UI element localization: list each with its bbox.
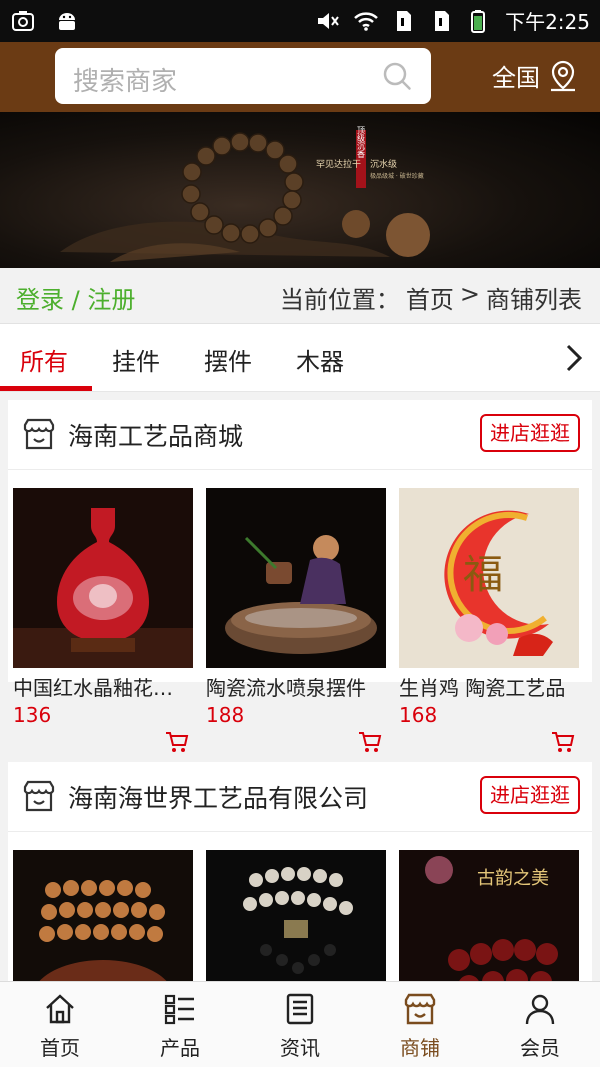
svg-text:古韵之美: 古韵之美 — [477, 868, 549, 889]
svg-text:极品级城 · 破世珍藏: 极品级城 · 破世珍藏 — [370, 172, 424, 180]
shop-header: 海南工艺品商城 进店逛逛 — [8, 400, 592, 470]
chevron-right-icon[interactable] — [562, 342, 586, 374]
sim-1-icon — [397, 10, 412, 31]
search-input[interactable]: 搜索商家 — [55, 48, 431, 104]
svg-text:福: 福 — [463, 552, 503, 598]
store-icon — [404, 993, 436, 1025]
news-icon — [286, 993, 314, 1025]
tabbar-news-label: 资讯 — [280, 1036, 320, 1060]
mute-icon — [318, 12, 339, 29]
product-list: 古韵之美 — [8, 832, 592, 982]
active-tab-indicator — [0, 386, 92, 391]
tab-pendant[interactable]: 挂件 — [112, 342, 160, 377]
breadcrumb-bar: 登录 / 注册 当前位置： 首页 > 商铺列表 — [0, 268, 600, 324]
svg-text:罕见达拉干: 罕见达拉干 — [316, 158, 361, 170]
visit-store-button[interactable]: 进店逛逛 — [480, 776, 580, 814]
product-item[interactable]: 福 生肖鸡 陶瓷工艺品 168 — [399, 488, 579, 752]
tabbar-home-label: 首页 — [40, 1036, 80, 1060]
user-icon — [525, 994, 555, 1025]
bead-bracelet-image: 顶级沉香 罕见达拉干 沉水级 极品级城 · 破世珍藏 — [60, 126, 430, 262]
bottom-tab-bar: 首页 产品 资讯 商铺 会员 — [0, 981, 600, 1067]
svg-text:沉水级: 沉水级 — [370, 158, 397, 170]
product-item[interactable]: 陶瓷流水喷泉摆件 188 — [206, 488, 386, 752]
product-item[interactable]: 古韵之美 — [399, 850, 579, 982]
product-title: 中国红水晶釉花… — [13, 676, 173, 700]
shop-header: 海南海世界工艺品有限公司 进店逛逛 — [8, 762, 592, 832]
product-image[interactable] — [13, 850, 193, 982]
cart-icon[interactable] — [358, 731, 382, 753]
cart-icon[interactable] — [551, 731, 575, 753]
breadcrumb: 当前位置： 首页 > 商铺列表 — [280, 280, 582, 315]
product-title: 生肖鸡 陶瓷工艺品 — [399, 676, 566, 700]
shop-name[interactable]: 海南海世界工艺品有限公司 — [68, 779, 368, 815]
tabbar-products[interactable]: 产品 — [120, 992, 240, 1061]
status-bar: 下午2:25 — [0, 0, 600, 42]
tabbar-news[interactable]: 资讯 — [240, 992, 360, 1061]
product-item[interactable] — [206, 850, 386, 982]
product-image[interactable] — [206, 488, 386, 668]
shop-card: 海南海世界工艺品有限公司 进店逛逛 古韵之美 — [8, 762, 592, 982]
search-placeholder: 搜索商家 — [73, 67, 178, 97]
breadcrumb-home[interactable]: 首页 — [406, 280, 454, 315]
tabbar-stores-label: 商铺 — [400, 1036, 440, 1060]
product-title: 陶瓷流水喷泉摆件 — [206, 676, 366, 700]
search-icon[interactable] — [381, 60, 413, 92]
tab-woodware[interactable]: 木器 — [296, 342, 344, 377]
header: 搜索商家 全国 — [0, 42, 600, 112]
store-icon — [23, 780, 55, 812]
product-price: 168 — [399, 703, 438, 727]
tabbar-products-label: 产品 — [160, 1036, 200, 1060]
home-icon — [46, 994, 74, 1024]
battery-icon — [471, 9, 486, 33]
product-item[interactable]: 中国红水晶釉花… 136 — [13, 488, 193, 752]
tabbar-member[interactable]: 会员 — [480, 992, 600, 1061]
product-list: 中国红水晶釉花… 136 陶瓷流水喷泉摆件 188 福 生肖鸡 陶瓷工艺品 16… — [8, 470, 592, 752]
sim-2-icon — [435, 10, 450, 31]
tab-all[interactable]: 所有 — [20, 342, 68, 377]
product-image[interactable]: 古韵之美 — [399, 850, 579, 982]
visit-store-button[interactable]: 进店逛逛 — [480, 414, 580, 452]
svg-text:顶级沉香: 顶级沉香 — [357, 126, 366, 159]
product-price: 136 — [13, 703, 52, 727]
wifi-icon — [354, 11, 378, 31]
region-selector[interactable]: 全国 — [492, 58, 578, 93]
region-label: 全国 — [492, 64, 540, 92]
login-register-link[interactable]: 登录 / 注册 — [16, 280, 135, 315]
tab-ornament[interactable]: 摆件 — [204, 342, 252, 377]
shop-card: 海南工艺品商城 进店逛逛 中国红水晶釉花… 136 陶瓷流水喷泉摆件 188 福… — [8, 400, 592, 752]
promo-banner[interactable]: 顶级沉香 罕见达拉干 沉水级 极品级城 · 破世珍藏 — [0, 112, 600, 268]
product-image[interactable]: 福 — [399, 488, 579, 668]
status-time: 下午2:25 — [505, 10, 590, 34]
product-image[interactable] — [206, 850, 386, 982]
product-item[interactable] — [13, 850, 193, 982]
tabbar-stores[interactable]: 商铺 — [360, 992, 480, 1061]
tabbar-member-label: 会员 — [520, 1036, 560, 1060]
breadcrumb-current: 商铺列表 — [486, 286, 582, 314]
product-price: 188 — [206, 703, 245, 727]
category-tabs: 所有 挂件 摆件 木器 — [0, 324, 600, 392]
store-icon — [23, 418, 55, 450]
tabbar-home[interactable]: 首页 — [0, 992, 120, 1061]
screenshot-icon — [12, 11, 34, 31]
product-image[interactable] — [13, 488, 193, 668]
android-icon — [59, 13, 75, 30]
shop-name[interactable]: 海南工艺品商城 — [68, 417, 243, 453]
breadcrumb-prefix: 当前位置： — [279, 286, 400, 314]
breadcrumb-separator: > — [459, 280, 480, 308]
list-icon — [164, 994, 194, 1025]
cart-icon[interactable] — [165, 731, 189, 753]
location-pin-icon — [551, 60, 575, 91]
